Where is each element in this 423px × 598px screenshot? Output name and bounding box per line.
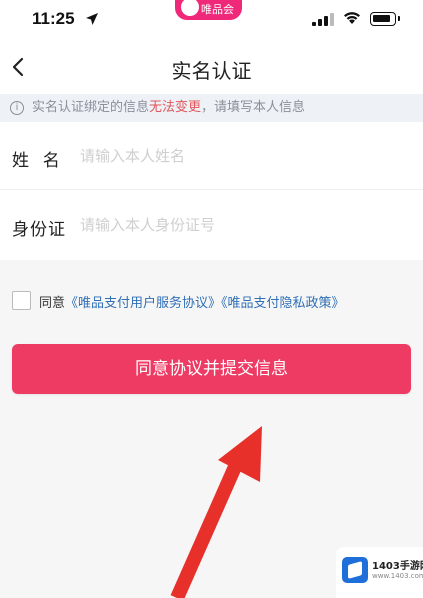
agreement-text: 同意《唯品支付用户服务协议》《唯品支付隐私政策》 bbox=[39, 292, 345, 311]
status-time: 11:25 bbox=[32, 9, 75, 28]
battery-icon bbox=[370, 12, 400, 26]
submit-button[interactable]: 同意协议并提交信息 bbox=[12, 344, 411, 394]
app-badge-label: 唯品会 bbox=[201, 3, 234, 16]
watermark-url: www.1403.com bbox=[372, 572, 423, 580]
real-name-auth-page: 11:25 唯品会 实名认证 i 实名认证绑定的信息无法变更，请填写本人信息 姓… bbox=[0, 0, 423, 598]
watermark-text: 1403手游网 bbox=[372, 561, 423, 572]
cellular-signal-icon bbox=[312, 13, 334, 26]
agree-checkbox[interactable] bbox=[12, 291, 31, 310]
site-watermark: 1403手游网 www.1403.com bbox=[336, 547, 423, 598]
status-bar: 11:25 唯品会 bbox=[0, 0, 423, 40]
notice-highlight: 无法变更 bbox=[149, 100, 202, 115]
notice-bar: i 实名认证绑定的信息无法变更，请填写本人信息 bbox=[0, 94, 423, 122]
identity-form: 姓 名 身份证 bbox=[0, 122, 423, 260]
notice-text-start: 实名认证绑定的信息 bbox=[32, 100, 150, 115]
name-label: 姓 名 bbox=[12, 151, 61, 171]
agree-prefix: 同意 bbox=[39, 296, 66, 311]
agreement-row: 同意《唯品支付用户服务协议》《唯品支付隐私政策》 bbox=[0, 284, 423, 318]
notice-text: 实名认证绑定的信息无法变更，请填写本人信息 bbox=[32, 94, 305, 122]
privacy-policy-link[interactable]: 《唯品支付隐私政策》 bbox=[221, 296, 345, 311]
app-return-badge[interactable]: 唯品会 bbox=[175, 0, 242, 20]
service-agreement-link[interactable]: 《唯品支付用户服务协议》 bbox=[65, 296, 221, 311]
name-input[interactable] bbox=[80, 140, 400, 172]
notice-text-end: ，请填写本人信息 bbox=[201, 100, 306, 115]
id-number-row: 身份证 bbox=[0, 191, 423, 259]
app-mascot-icon bbox=[179, 0, 201, 18]
annotation-arrow-shaft bbox=[170, 457, 245, 598]
location-arrow-icon bbox=[86, 13, 98, 25]
id-number-input[interactable] bbox=[80, 209, 400, 241]
site-logo-icon bbox=[342, 557, 368, 583]
id-number-label: 身份证 bbox=[12, 220, 66, 240]
annotation-arrow-head bbox=[218, 426, 262, 482]
page-title: 实名认证 bbox=[171, 59, 252, 83]
name-row: 姓 名 bbox=[0, 122, 423, 190]
nav-bar: 实名认证 bbox=[0, 40, 423, 94]
info-icon: i bbox=[10, 101, 24, 115]
wifi-icon bbox=[344, 12, 360, 24]
